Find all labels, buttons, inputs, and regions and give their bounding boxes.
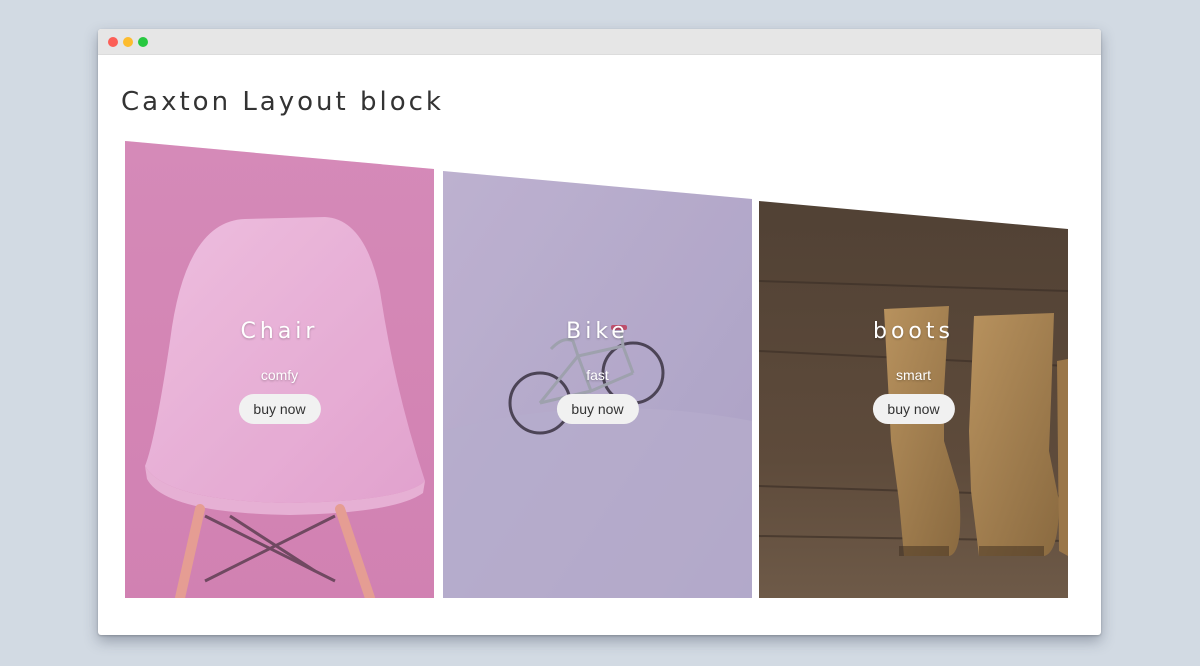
card-title: boots	[873, 319, 954, 344]
close-window-button[interactable]	[108, 37, 118, 47]
card-title: Bike	[566, 319, 629, 344]
product-card-boots: boots smart buy now	[759, 201, 1068, 598]
card-subtitle: smart	[896, 367, 931, 383]
product-card-chair: Chair comfy buy now	[125, 141, 434, 598]
minimize-window-button[interactable]	[123, 37, 133, 47]
window-titlebar	[98, 29, 1101, 55]
buy-now-button-bike[interactable]: buy now	[556, 394, 639, 424]
card-subtitle: comfy	[260, 367, 299, 383]
buy-now-button-boots[interactable]: buy now	[872, 394, 955, 424]
card-subtitle: fast	[586, 367, 609, 383]
browser-window: Caxton Layout block Chair comfy buy now …	[98, 29, 1101, 635]
product-card-bike: Bike fast buy now	[443, 171, 752, 598]
buy-now-button-chair[interactable]: buy now	[238, 394, 321, 424]
maximize-window-button[interactable]	[138, 37, 148, 47]
card-title: Chair	[240, 319, 319, 344]
page-title: Caxton Layout block	[121, 87, 444, 117]
